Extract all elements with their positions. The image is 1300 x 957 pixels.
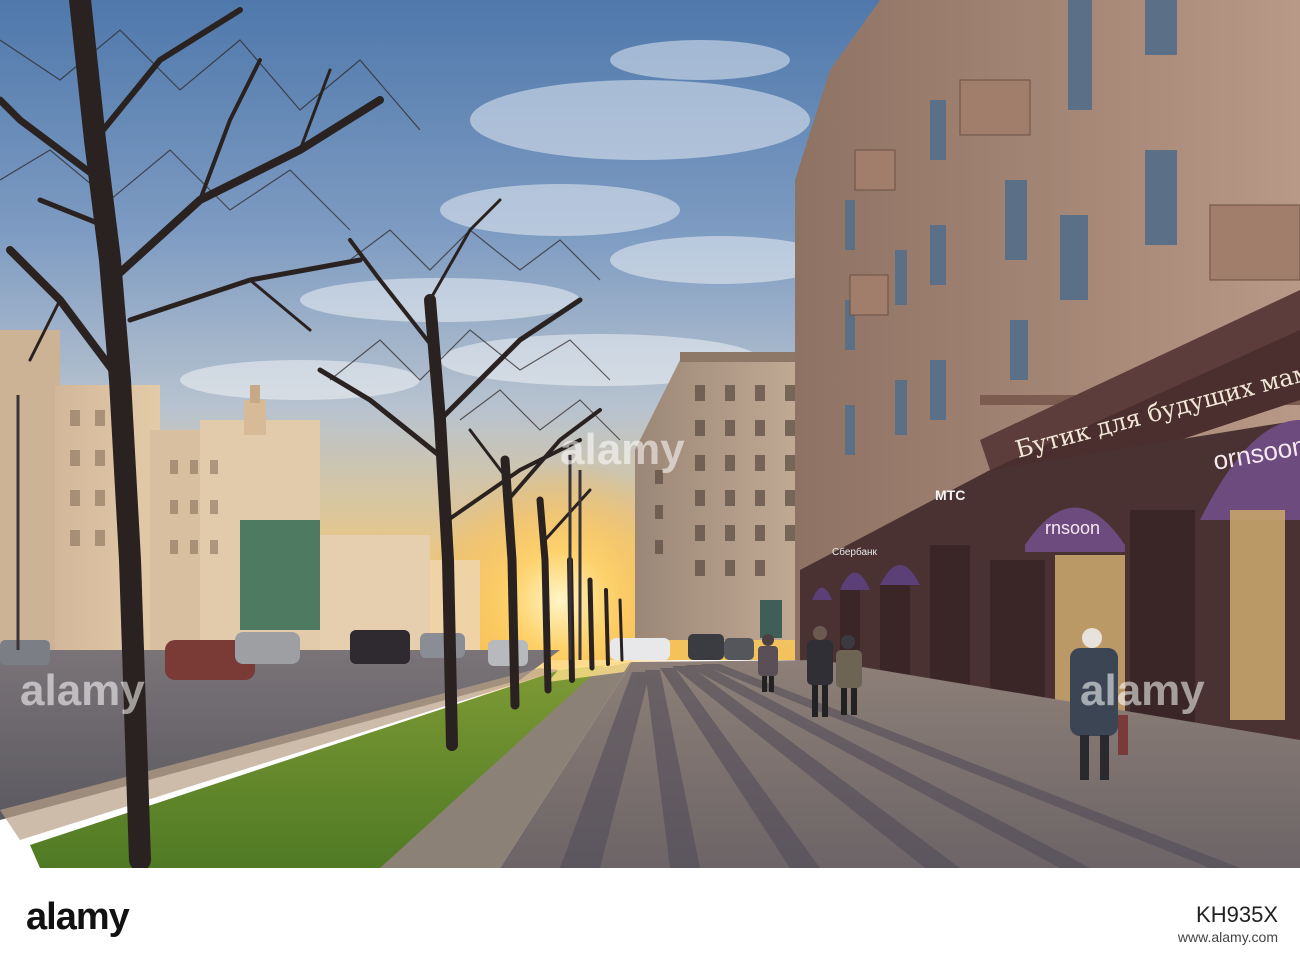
alamy-url: www.alamy.com xyxy=(1177,929,1278,945)
alamy-logo: alamy xyxy=(26,896,130,938)
watermark-bar xyxy=(0,868,1300,957)
storefront-sign-2: rnsoon xyxy=(1045,518,1100,538)
street-photo: Бутик для будущих мам ornsoon rnsoon МТС… xyxy=(0,0,1300,868)
image-id: KH935X xyxy=(1196,902,1278,927)
bank-sign: Сбербанк xyxy=(832,546,878,558)
mts-sign: МТС xyxy=(935,487,965,503)
right-building: Бутик для будущих мам ornsoon rnsoon МТС… xyxy=(795,0,1300,760)
